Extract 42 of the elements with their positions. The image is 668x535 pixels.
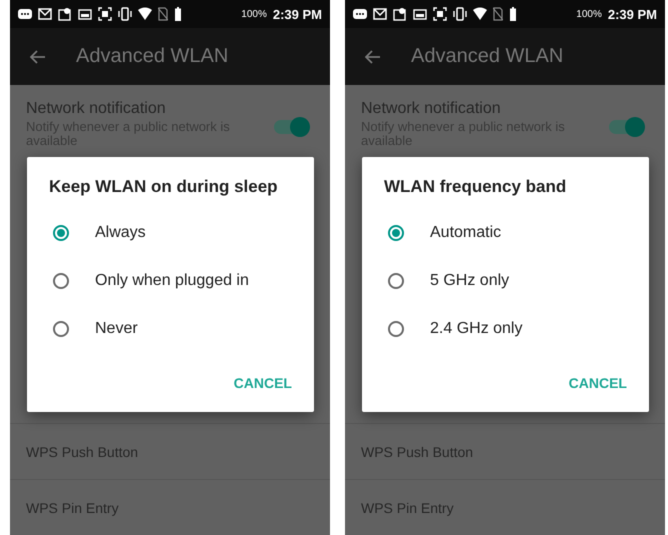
setting-title: Network notification xyxy=(26,100,167,118)
no-sim-icon xyxy=(158,7,168,21)
option-label[interactable]: 2.4 GHz only xyxy=(430,320,522,338)
radio-button[interactable] xyxy=(53,321,69,337)
battery-icon xyxy=(509,7,517,21)
radio-button[interactable] xyxy=(53,273,69,289)
battery-percent: 100% xyxy=(241,8,267,20)
option-label[interactable]: Never xyxy=(95,320,138,338)
no-sim-icon xyxy=(493,7,503,21)
status-time: 2:39 PM xyxy=(608,6,657,22)
chat-bubble-icon xyxy=(353,7,367,21)
battery-icon xyxy=(174,7,182,21)
toolbar-title: Advanced WLAN xyxy=(411,45,564,68)
image-icon xyxy=(78,7,92,21)
vibrate-icon xyxy=(118,7,132,21)
dialog-title: Keep WLAN on during sleep xyxy=(48,177,279,197)
back-arrow-icon[interactable] xyxy=(30,50,46,64)
status-time: 2:39 PM xyxy=(272,6,322,22)
vibrate-icon xyxy=(453,7,467,21)
option-label[interactable]: Automatic xyxy=(430,224,502,242)
radio-button[interactable] xyxy=(388,321,404,337)
option-label[interactable]: 5 GHz only xyxy=(430,272,510,290)
option-label[interactable]: Only when plugged in xyxy=(95,272,249,290)
scan-icon xyxy=(433,7,447,21)
toggle-switch[interactable] xyxy=(607,117,645,137)
wifi-icon xyxy=(473,7,487,21)
toggle-switch[interactable] xyxy=(272,117,310,137)
image-icon xyxy=(413,7,427,21)
dialog-title: WLAN frequency band xyxy=(383,177,568,197)
toolbar-title: Advanced WLAN xyxy=(76,45,228,68)
scan-icon xyxy=(98,7,112,21)
chat-bubble-icon xyxy=(18,7,32,21)
setting-title: Network notification xyxy=(361,100,502,118)
option-label[interactable]: Always xyxy=(95,224,146,242)
radio-button[interactable] xyxy=(388,225,404,241)
mail-icon xyxy=(38,7,52,21)
radio-button[interactable] xyxy=(53,225,69,241)
battery-percent: 100% xyxy=(576,8,602,20)
wifi-icon xyxy=(138,7,152,21)
radio-button[interactable] xyxy=(388,273,404,289)
back-arrow-icon[interactable] xyxy=(365,50,381,64)
mail-icon xyxy=(373,7,387,21)
